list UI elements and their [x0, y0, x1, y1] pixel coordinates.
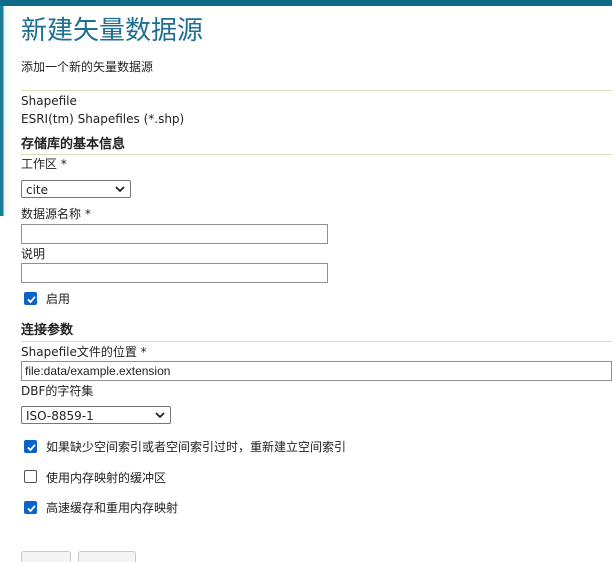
description-label: 说明: [21, 247, 46, 261]
save-button[interactable]: [21, 551, 71, 562]
page-subtitle: 添加一个新的矢量数据源: [21, 60, 154, 74]
enabled-checkbox[interactable]: [24, 292, 37, 305]
connection-heading: 连接参数: [21, 323, 74, 338]
datasource-type-name: Shapefile: [21, 94, 77, 108]
check-icon: [27, 444, 36, 452]
datasource-name-input[interactable]: [21, 224, 328, 244]
check-icon: [27, 296, 36, 304]
memory-mapped-buffer-checkbox[interactable]: [24, 470, 37, 483]
enabled-label: 启用: [46, 292, 71, 306]
separator: [21, 341, 612, 342]
location-label: Shapefile文件的位置 *: [21, 345, 147, 359]
rebuild-spatial-index-label: 如果缺少空间索引或者空间索引过时，重新建立空间索引: [46, 440, 347, 454]
page-title: 新建矢量数据源: [21, 16, 204, 46]
charset-label: DBF的字符集: [21, 384, 94, 398]
memory-mapped-buffer-label: 使用内存映射的缓冲区: [46, 471, 167, 485]
workspace-select-value: cite: [26, 183, 49, 197]
cache-memory-maps-checkbox[interactable]: [24, 501, 37, 514]
separator: [21, 90, 612, 91]
separator: [21, 154, 612, 155]
location-input[interactable]: [21, 361, 612, 381]
datasource-name-label: 数据源名称 *: [21, 207, 91, 221]
sidebar-edge: [0, 6, 10, 216]
check-icon: [27, 505, 36, 513]
cache-memory-maps-label: 高速缓存和重用内存映射: [46, 501, 179, 515]
charset-select[interactable]: ISO-8859-1: [21, 406, 171, 424]
datasource-type-description: ESRI(tm) Shapefiles (*.shp): [21, 112, 185, 126]
rebuild-spatial-index-checkbox[interactable]: [24, 440, 37, 453]
chevron-down-icon: [115, 186, 125, 193]
workspace-label: 工作区 *: [21, 157, 67, 171]
charset-select-value: ISO-8859-1: [26, 409, 94, 423]
cancel-button[interactable]: [78, 551, 136, 562]
workspace-select[interactable]: cite: [21, 180, 131, 198]
chevron-down-icon: [155, 412, 165, 419]
basic-info-heading: 存储库的基本信息: [21, 137, 126, 152]
description-input[interactable]: [21, 263, 328, 283]
